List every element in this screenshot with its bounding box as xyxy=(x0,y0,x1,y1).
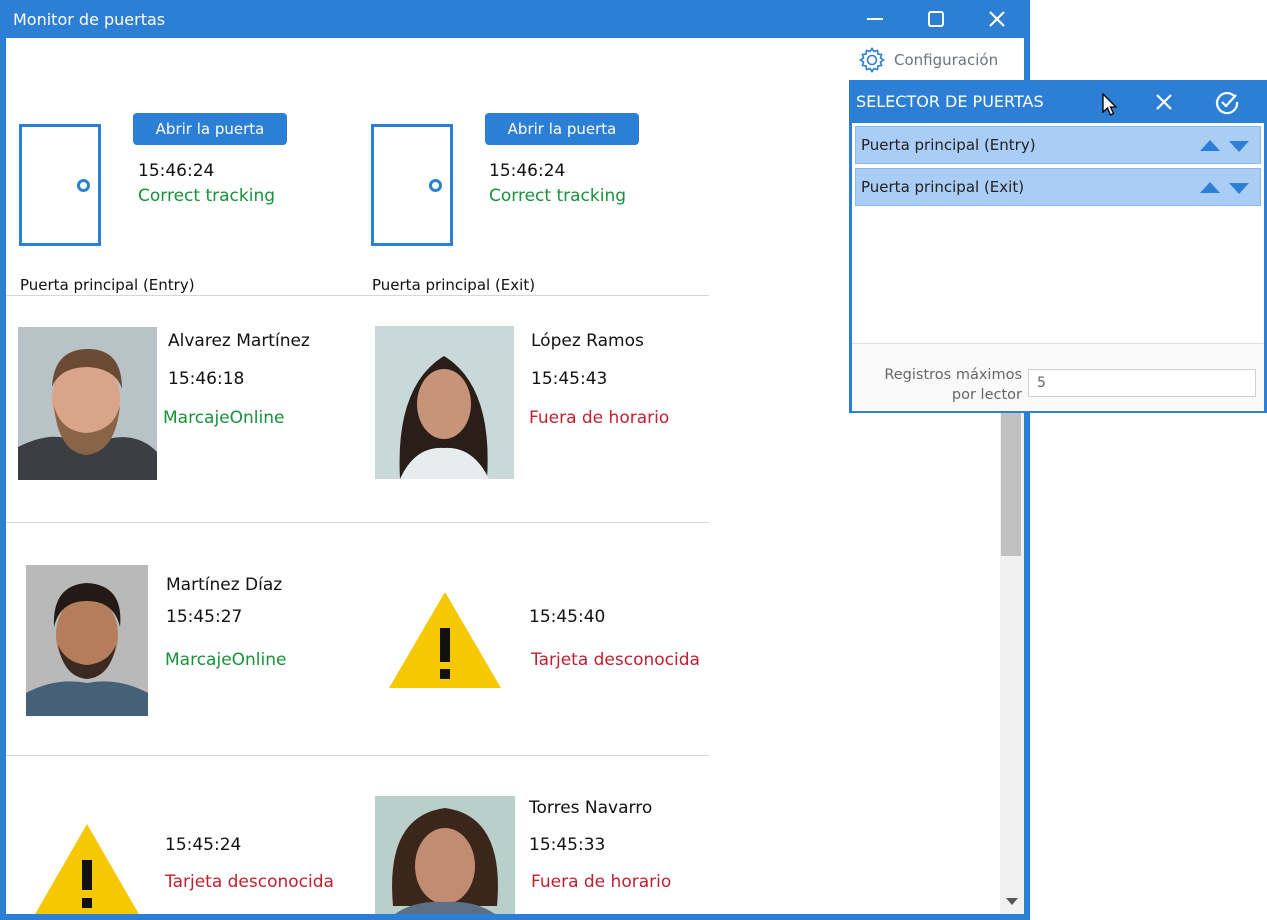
door-exit-status: Correct tracking xyxy=(489,186,627,206)
max-records-label: Registros máximos por lector xyxy=(884,367,1022,403)
move-down-icon[interactable] xyxy=(1229,141,1249,152)
door-exit-time: 15:46:24 xyxy=(489,161,566,181)
config-label: Configuración xyxy=(894,51,999,69)
event-status: Fuera de horario xyxy=(529,408,670,428)
config-button[interactable]: Configuración xyxy=(858,46,998,74)
selector-item-label: Puerta principal (Entry) xyxy=(861,136,1036,154)
maximize-button[interactable] xyxy=(910,0,962,38)
door-knob xyxy=(429,179,442,192)
divider xyxy=(6,522,709,523)
event-time: 15:45:33 xyxy=(529,835,606,855)
avatar-photo xyxy=(375,326,514,479)
event-time: 15:45:43 xyxy=(531,369,608,389)
scrollbar-thumb[interactable] xyxy=(1001,406,1021,556)
close-icon xyxy=(1156,94,1172,110)
scroll-down-icon[interactable] xyxy=(1006,898,1018,905)
close-button[interactable] xyxy=(971,0,1023,38)
close-icon xyxy=(989,11,1005,27)
door-entry-label: Puerta principal (Entry) xyxy=(20,276,195,294)
door-selector-panel: SELECTOR DE PUERTAS Puerta principal (En… xyxy=(849,80,1267,413)
event-name: Martínez Díaz xyxy=(166,575,283,595)
vertical-scrollbar[interactable] xyxy=(1000,398,1024,914)
open-door-exit-button[interactable]: Abrir la puerta xyxy=(485,113,639,145)
selector-item[interactable]: Puerta principal (Entry) xyxy=(855,126,1261,164)
selector-title: SELECTOR DE PUERTAS xyxy=(856,92,1044,111)
event-time: 15:45:27 xyxy=(166,607,243,627)
maximize-icon xyxy=(928,11,944,27)
move-up-icon[interactable] xyxy=(1200,182,1220,193)
minimize-icon xyxy=(867,18,883,20)
door-entry-time: 15:46:24 xyxy=(138,161,215,181)
event-time: 15:46:18 xyxy=(168,369,245,389)
door-knob xyxy=(77,179,90,192)
warning-icon xyxy=(389,592,501,688)
open-door-entry-button[interactable]: Abrir la puerta xyxy=(133,113,287,145)
event-status: Tarjeta desconocida xyxy=(165,872,334,892)
event-time: 15:45:40 xyxy=(529,607,606,627)
mouse-cursor-icon xyxy=(1102,93,1118,116)
max-records-input[interactable] xyxy=(1028,369,1256,397)
door-entry-status: Correct tracking xyxy=(138,186,276,206)
selector-body: Puerta principal (Entry) Puerta principa… xyxy=(852,123,1264,411)
event-status: Tarjeta desconocida xyxy=(531,650,700,670)
door-entry-icon xyxy=(19,124,101,246)
move-down-icon[interactable] xyxy=(1229,183,1249,194)
avatar-photo xyxy=(375,796,515,914)
check-circle-icon xyxy=(1216,92,1239,115)
event-status: Fuera de horario xyxy=(531,872,672,892)
event-name: López Ramos xyxy=(531,331,644,351)
divider xyxy=(6,295,709,296)
warning-icon xyxy=(35,824,139,914)
event-name: Torres Navarro xyxy=(529,798,653,818)
title-bar[interactable]: Monitor de puertas xyxy=(0,0,1030,38)
event-status: MarcajeOnline xyxy=(163,408,285,428)
selector-footer: Registros máximos por lector xyxy=(852,343,1264,411)
event-name: Alvarez Martínez xyxy=(168,331,310,351)
door-exit-label: Puerta principal (Exit) xyxy=(372,276,536,294)
gear-icon xyxy=(859,47,885,73)
window-title: Monitor de puertas xyxy=(13,10,166,29)
selector-header: SELECTOR DE PUERTAS xyxy=(849,80,1267,123)
avatar-photo xyxy=(18,327,157,480)
door-exit-icon xyxy=(371,124,453,246)
event-time: 15:45:24 xyxy=(165,835,242,855)
minimize-button[interactable] xyxy=(849,0,901,38)
selector-confirm-button[interactable] xyxy=(1214,89,1240,115)
move-up-icon[interactable] xyxy=(1200,140,1220,151)
selector-close-button[interactable] xyxy=(1153,91,1175,113)
event-status: MarcajeOnline xyxy=(165,650,287,670)
divider xyxy=(6,755,709,756)
selector-item[interactable]: Puerta principal (Exit) xyxy=(855,168,1261,206)
avatar-photo xyxy=(26,565,148,716)
selector-item-label: Puerta principal (Exit) xyxy=(861,178,1025,196)
